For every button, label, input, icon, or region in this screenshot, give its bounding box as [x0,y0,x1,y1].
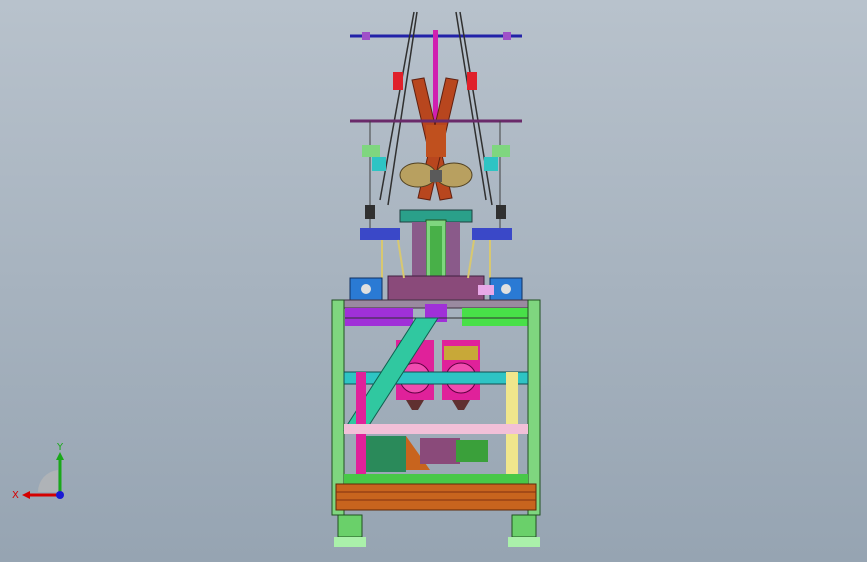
lower-base [335,474,537,511]
orientation-triad: X Y [12,442,64,501]
drive-motor [366,436,488,472]
z-axis-dot [56,491,64,499]
leveling-feet [334,514,540,547]
y-axis-label: Y [56,442,64,453]
central-column [387,209,485,303]
table-top [331,299,541,326]
right-side-mechanism [472,145,512,240]
top-crossbar [350,30,522,125]
y-axis-arrow [56,452,64,460]
cad-3d-viewport[interactable] [0,0,867,562]
x-axis-arrow [22,491,30,499]
machine-assembly-model [331,11,541,547]
x-axis-label: X [12,490,19,501]
left-side-mechanism [360,145,400,240]
triad-plane [37,470,58,492]
